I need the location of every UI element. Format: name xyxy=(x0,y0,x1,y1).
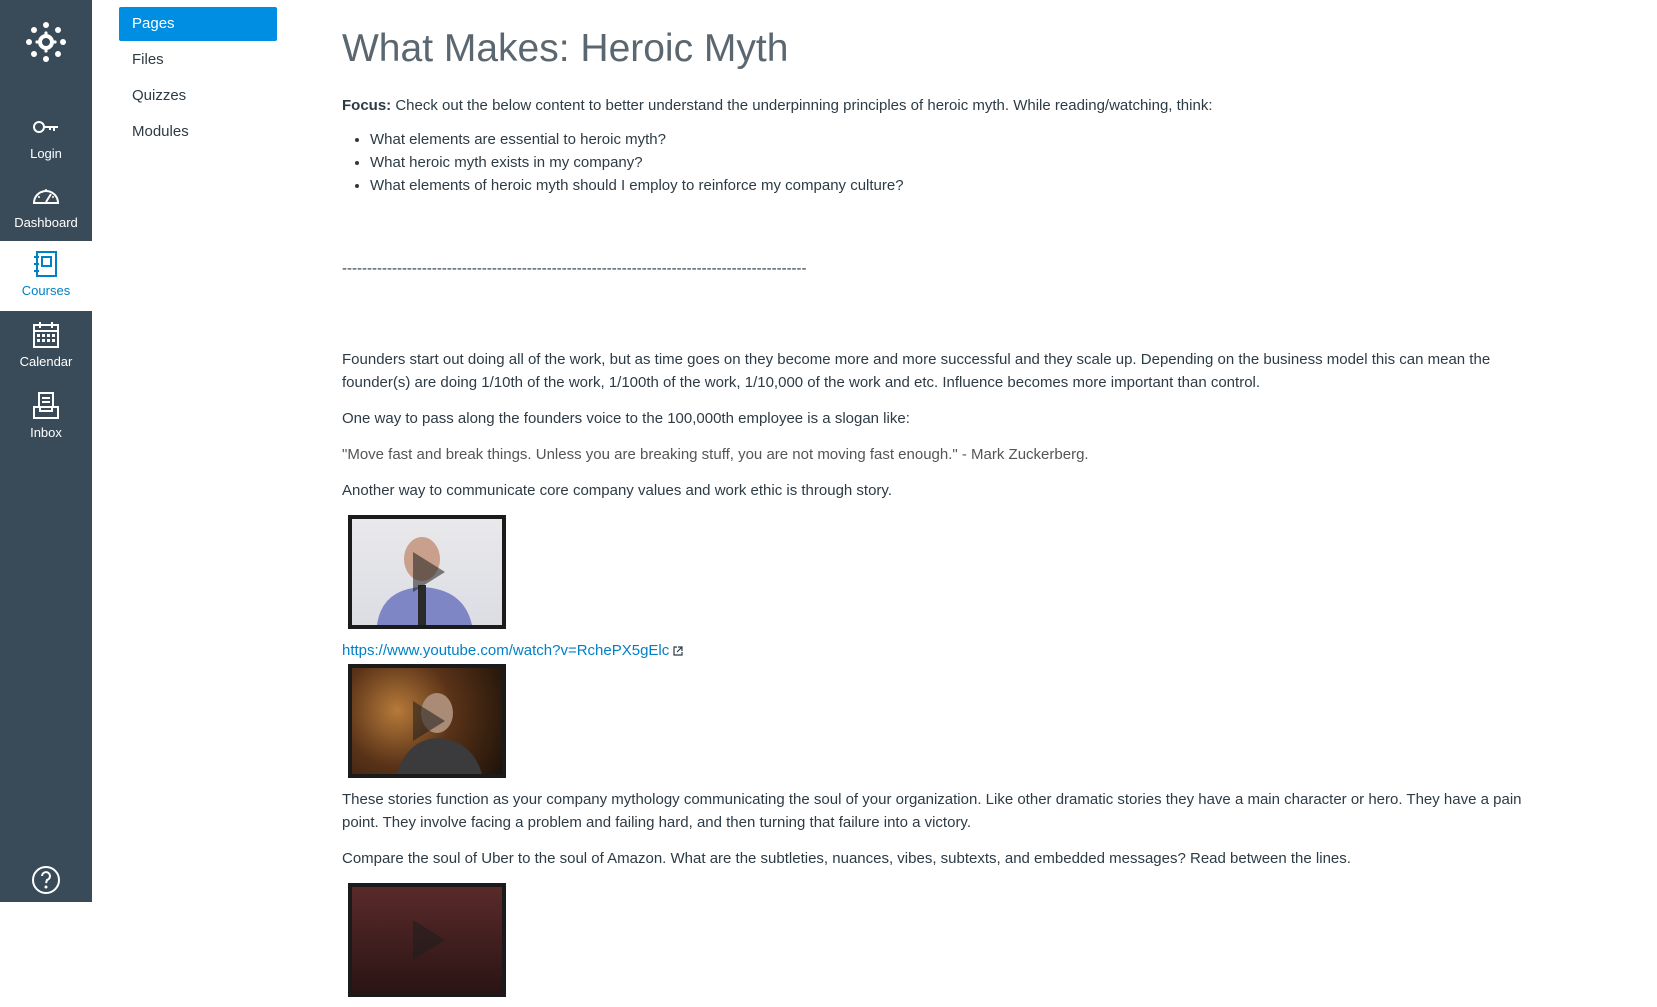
nav-courses-label: Courses xyxy=(21,283,71,298)
focus-paragraph: Focus: Check out the below content to be… xyxy=(342,94,1522,117)
focus-text: Check out the below content to better un… xyxy=(391,97,1213,114)
book-icon xyxy=(34,251,57,277)
story-paragraph: Another way to communicate core company … xyxy=(342,482,892,499)
compare-paragraph: Compare the soul of Uber to the soul of … xyxy=(342,850,1351,867)
page-content: What Makes: Heroic Myth Focus: Check out… xyxy=(342,24,1522,1007)
mythology-paragraph: These stories function as your company m… xyxy=(342,791,1522,831)
list-item: What elements are essential to heroic my… xyxy=(370,128,1522,151)
course-nav: Pages Files Quizzes Modules xyxy=(119,7,277,151)
course-nav-pages[interactable]: Pages xyxy=(119,7,277,41)
video-thumbnail-3[interactable] xyxy=(348,883,506,997)
founders-paragraph: Founders start out doing all of the work… xyxy=(342,351,1491,391)
quote-paragraph: "Move fast and break things. Unless you … xyxy=(342,446,1089,463)
video-still-2 xyxy=(352,668,502,774)
external-link-icon xyxy=(673,646,683,656)
play-icon xyxy=(413,552,445,592)
nav-login[interactable]: Login xyxy=(0,104,92,174)
global-nav: Login Dashboard Courses Calendar Inbox xyxy=(0,0,92,902)
video-link-paragraph: https://www.youtube.com/watch?v=RchePX5g… xyxy=(342,639,1522,662)
video-still-1 xyxy=(352,519,502,625)
key-icon xyxy=(33,121,58,133)
help-icon[interactable] xyxy=(31,865,61,895)
nav-login-label: Login xyxy=(30,146,62,161)
list-item: What heroic myth exists in my company? xyxy=(370,151,1522,174)
nav-inbox[interactable]: Inbox xyxy=(0,383,92,453)
video-thumbnail-2[interactable] xyxy=(348,664,506,778)
nav-calendar[interactable]: Calendar xyxy=(0,312,92,382)
nav-inbox-label: Inbox xyxy=(30,425,62,440)
play-icon xyxy=(413,701,445,741)
focus-label: Focus: xyxy=(342,97,392,114)
inbox-icon xyxy=(33,392,59,419)
course-nav-files[interactable]: Files xyxy=(119,43,277,77)
course-nav-modules[interactable]: Modules xyxy=(119,115,277,149)
dashed-divider: ----------------------------------------… xyxy=(342,260,807,277)
nav-courses[interactable]: Courses xyxy=(0,241,92,311)
page-title: What Makes: Heroic Myth xyxy=(342,27,789,70)
calendar-icon xyxy=(33,322,59,348)
play-icon xyxy=(413,920,445,960)
video-still-3 xyxy=(352,887,502,993)
slogan-paragraph: One way to pass along the founders voice… xyxy=(342,410,910,427)
nav-dashboard[interactable]: Dashboard xyxy=(0,173,92,243)
nav-calendar-label: Calendar xyxy=(19,354,73,369)
video-thumbnail-1[interactable] xyxy=(348,515,506,629)
course-nav-quizzes[interactable]: Quizzes xyxy=(119,79,277,113)
focus-questions: What elements are essential to heroic my… xyxy=(342,128,1522,197)
canvas-logo-icon[interactable] xyxy=(26,22,66,62)
nav-dashboard-label: Dashboard xyxy=(14,215,78,230)
list-item: What elements of heroic myth should I em… xyxy=(370,174,1522,197)
youtube-link[interactable]: https://www.youtube.com/watch?v=RchePX5g… xyxy=(342,642,669,659)
speedometer-icon xyxy=(32,189,60,204)
